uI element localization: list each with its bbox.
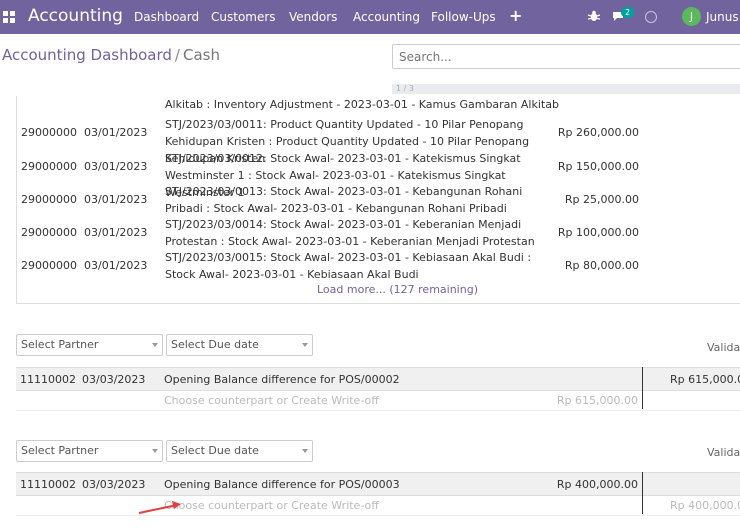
- search-input[interactable]: [393, 45, 740, 68]
- row-amount: Rp 260,000.00: [557, 126, 639, 139]
- load-more-link[interactable]: Load more... (127 remaining): [317, 283, 478, 296]
- chevron-down-icon: [152, 449, 158, 453]
- line-ref: 11110002: [20, 373, 76, 386]
- user-avatar[interactable]: J: [682, 7, 701, 26]
- breadcrumb-parent[interactable]: Accounting Dashboard: [2, 46, 172, 64]
- menu-dashboard[interactable]: Dashboard: [134, 10, 199, 24]
- line-description: Opening Balance difference for POS/00002: [164, 373, 400, 386]
- row-ref: 29000000: [21, 259, 77, 272]
- line-amount-credit: Rp 615,000.00: [670, 373, 740, 386]
- select-due-date-dropdown[interactable]: Select Due date: [166, 334, 313, 356]
- pager[interactable]: 1 / 3: [392, 84, 740, 94]
- select-partner-placeholder: Select Partner: [21, 338, 99, 351]
- breadcrumb: Accounting Dashboard / Cash: [2, 46, 220, 64]
- counterpart-hint[interactable]: Choose counterpart or Create Write-off: [164, 394, 379, 407]
- select-due-date-placeholder: Select Due date: [171, 338, 259, 351]
- validate-button[interactable]: Validate: [707, 341, 740, 354]
- row-description: STJ/2023/03/0013: Stock Awal- 2023-03-01…: [165, 185, 523, 215]
- menu-customers[interactable]: Customers: [211, 10, 276, 24]
- breadcrumb-separator: /: [174, 46, 180, 64]
- menu-accounting[interactable]: Accounting: [353, 10, 420, 24]
- validate-button[interactable]: Validate: [707, 446, 740, 459]
- line-date: 03/03/2023: [82, 373, 146, 386]
- chevron-down-icon: [152, 343, 158, 347]
- debug-bug-icon[interactable]: [587, 9, 601, 23]
- chat-count-badge: 2: [621, 7, 634, 18]
- select-partner-dropdown[interactable]: Select Partner: [16, 334, 163, 356]
- column-divider: [642, 367, 643, 409]
- row-amount: Rp 80,000.00: [564, 259, 639, 272]
- select-partner-dropdown[interactable]: Select Partner: [16, 440, 163, 462]
- chevron-down-icon: [302, 449, 308, 453]
- row-description: STJ/2023/03/0014: Stock Awal- 2023-03-01…: [165, 218, 535, 248]
- app-brand[interactable]: Accounting: [28, 6, 123, 26]
- row-date: 03/01/2023: [84, 160, 148, 173]
- statement-row[interactable]: 29000000 03/01/2023 STJ/2023/03/0013: St…: [17, 183, 740, 216]
- reconcile-line[interactable]: 11110002 03/03/2023 Opening Balance diff…: [16, 367, 740, 391]
- menu-vendors[interactable]: Vendors: [289, 10, 337, 24]
- breadcrumb-current: Cash: [182, 46, 220, 64]
- row-date: 03/01/2023: [84, 193, 148, 206]
- row-ref: 29000000: [21, 226, 77, 239]
- counterpart-amount-credit: Rp 400,000.00: [670, 499, 740, 512]
- row-amount: Rp 150,000.00: [557, 160, 639, 173]
- select-due-date-dropdown[interactable]: Select Due date: [166, 440, 313, 462]
- row-date: 03/01/2023: [84, 226, 148, 239]
- top-navbar: Accounting Dashboard Customers Vendors A…: [0, 0, 740, 34]
- add-menu-icon[interactable]: +: [509, 6, 522, 25]
- user-name[interactable]: Junus J: [706, 10, 740, 24]
- activity-clock-icon[interactable]: [645, 11, 657, 23]
- reconcile-line[interactable]: 11110002 03/03/2023 Opening Balance diff…: [16, 472, 740, 496]
- search-bar[interactable]: [392, 44, 740, 69]
- row-ref: 29000000: [21, 126, 77, 139]
- apps-grid-icon[interactable]: [3, 11, 15, 23]
- statement-lines-panel: Alkitab : Inventory Adjustment - 2023-03…: [16, 96, 740, 304]
- chevron-down-icon: [302, 343, 308, 347]
- annotation-arrow-icon: [138, 501, 181, 514]
- row-ref: 29000000: [21, 193, 77, 206]
- column-divider: [642, 472, 643, 514]
- row-amount: Rp 100,000.00: [557, 226, 639, 239]
- counterpart-row[interactable]: Choose counterpart or Create Write-off R…: [16, 496, 740, 516]
- statement-row[interactable]: 29000000 03/01/2023 STJ/2023/03/0011: Pr…: [17, 116, 740, 165]
- counterpart-hint[interactable]: Choose counterpart or Create Write-off: [164, 499, 379, 512]
- line-date: 03/03/2023: [82, 478, 146, 491]
- row-amount: Rp 25,000.00: [564, 193, 639, 206]
- row-ref: 29000000: [21, 160, 77, 173]
- counterpart-amount-debit: Rp 615,000.00: [556, 394, 638, 407]
- statement-row[interactable]: 29000000 03/01/2023 STJ/2023/03/0012: St…: [17, 150, 740, 199]
- line-amount-debit: Rp 400,000.00: [556, 478, 638, 491]
- line-ref: 11110002: [20, 478, 76, 491]
- statement-row[interactable]: 29000000 03/01/2023 STJ/2023/03/0015: St…: [17, 249, 740, 282]
- counterpart-row[interactable]: Choose counterpart or Create Write-off R…: [16, 391, 740, 411]
- row-date: 03/01/2023: [84, 259, 148, 272]
- partial-line-text: Alkitab : Inventory Adjustment - 2023-03…: [165, 98, 559, 111]
- menu-follow-ups[interactable]: Follow-Ups: [431, 10, 496, 24]
- select-due-date-placeholder: Select Due date: [171, 444, 259, 457]
- row-date: 03/01/2023: [84, 126, 148, 139]
- row-description: STJ/2023/03/0015: Stock Awal- 2023-03-01…: [165, 251, 532, 281]
- select-partner-placeholder: Select Partner: [21, 444, 99, 457]
- statement-row[interactable]: 29000000 03/01/2023 STJ/2023/03/0014: St…: [17, 216, 740, 249]
- line-description: Opening Balance difference for POS/00003: [164, 478, 400, 491]
